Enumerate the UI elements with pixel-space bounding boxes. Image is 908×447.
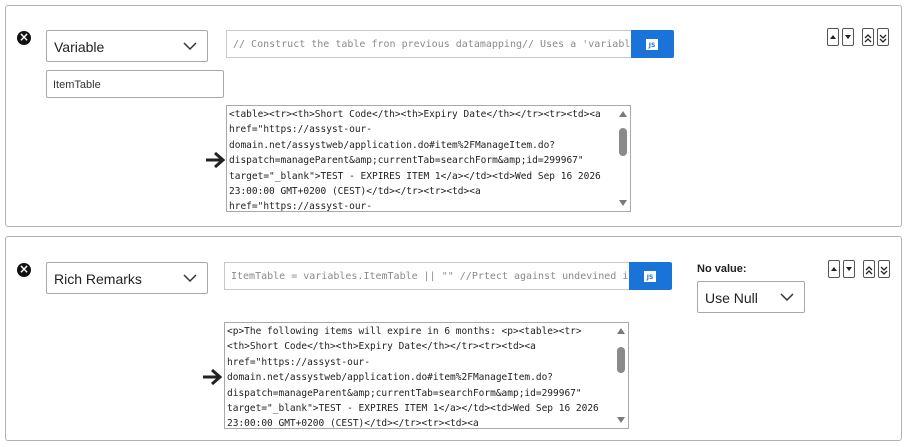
caret-up-icon: [830, 35, 836, 39]
move-up-button[interactable]: [828, 260, 840, 278]
move-bottom-button[interactable]: [878, 260, 890, 278]
preview-output[interactable]: <table><tr><th>Short Code</th><th>Expiry…: [226, 105, 631, 212]
scroll-thumb[interactable]: [619, 128, 627, 156]
expression-input[interactable]: ItemTable = variables.ItemTable || "" //…: [224, 262, 629, 290]
preview-output[interactable]: <p>The following items will expire in 6 …: [224, 322, 629, 429]
no-value-select-label: Use Null: [705, 290, 758, 306]
chevron-down-icon: [183, 42, 197, 51]
chevron-down-icon: [780, 293, 794, 302]
no-value-label: No value:: [697, 263, 747, 275]
caret-down-icon: [845, 35, 851, 39]
mapping-row-variable: × Variable ItemTable // Construct the ta…: [5, 5, 902, 227]
scroll-thumb[interactable]: [617, 347, 625, 373]
move-bottom-button[interactable]: [877, 28, 889, 46]
move-top-button[interactable]: [862, 28, 874, 46]
scroll-up-icon[interactable]: [619, 111, 627, 117]
move-top-button[interactable]: [863, 260, 875, 278]
js-icon: JS: [646, 39, 658, 50]
preview-text: <table><tr><th>Short Code</th><th>Expiry…: [229, 109, 601, 212]
row-type-label: Variable: [54, 39, 105, 55]
arrow-right-icon: [203, 368, 223, 386]
move-down-button[interactable]: [842, 28, 854, 46]
js-editor-button[interactable]: JS: [631, 30, 674, 58]
double-caret-up-icon: [864, 34, 872, 43]
js-icon: JS: [644, 271, 656, 282]
expression-input[interactable]: // Construct the table fron previous dat…: [226, 30, 631, 58]
scroll-down-icon[interactable]: [617, 417, 625, 423]
caret-down-icon: [846, 267, 852, 271]
scroll-down-icon[interactable]: [619, 200, 627, 206]
arrow-right-icon: [206, 151, 226, 169]
preview-text: <p>The following items will expire in 6 …: [227, 326, 599, 429]
move-down-button[interactable]: [843, 260, 855, 278]
variable-name-input[interactable]: ItemTable: [46, 70, 224, 98]
mapping-row-rich-remarks: × Rich Remarks ItemTable = variables.Ite…: [5, 236, 902, 441]
move-up-button[interactable]: [827, 28, 839, 46]
preview-scrollbar[interactable]: [616, 106, 630, 211]
scroll-up-icon[interactable]: [617, 328, 625, 334]
chevron-down-icon: [183, 274, 197, 283]
double-caret-down-icon: [879, 34, 887, 43]
double-caret-up-icon: [865, 266, 873, 275]
row-type-select[interactable]: Rich Remarks: [46, 262, 208, 294]
row-type-select[interactable]: Variable: [46, 30, 208, 62]
no-value-select[interactable]: Use Null: [697, 281, 805, 313]
remove-row-icon[interactable]: ×: [17, 263, 31, 277]
double-caret-down-icon: [880, 266, 888, 275]
preview-scrollbar[interactable]: [614, 323, 628, 428]
caret-up-icon: [831, 267, 837, 271]
js-editor-button[interactable]: JS: [629, 262, 672, 290]
remove-row-icon[interactable]: ×: [17, 31, 31, 45]
row-type-label: Rich Remarks: [54, 271, 142, 287]
